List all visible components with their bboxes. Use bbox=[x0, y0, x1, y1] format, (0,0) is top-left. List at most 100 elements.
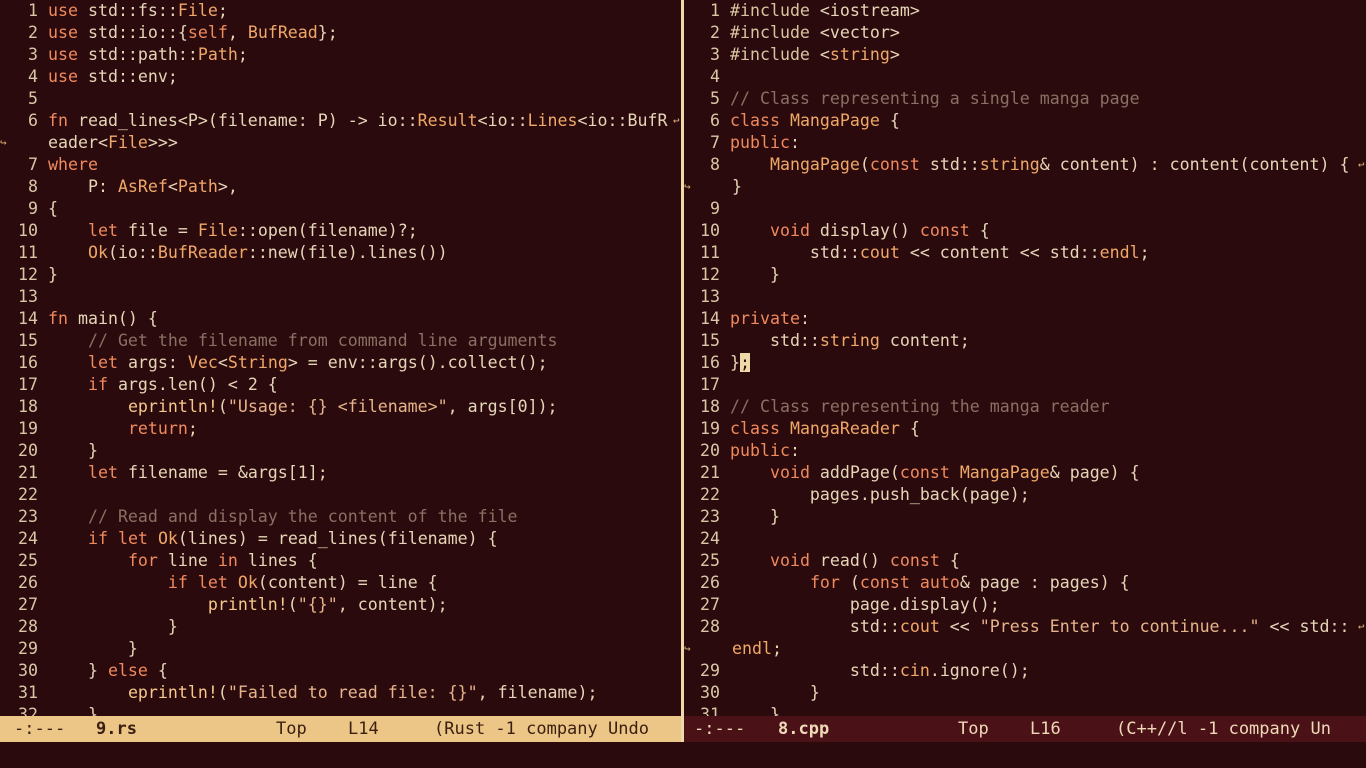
code-text: } bbox=[730, 507, 780, 526]
code-line[interactable]: 12} bbox=[0, 264, 681, 286]
buffer-name[interactable]: 8.cpp bbox=[778, 716, 829, 742]
code-line[interactable]: 29 std::cin.ignore(); bbox=[684, 660, 1366, 682]
code-line[interactable]: 21 void addPage(const MangaPage& page) { bbox=[684, 462, 1366, 484]
scroll-position: Top bbox=[276, 719, 307, 739]
line-number: 5 bbox=[28, 89, 38, 108]
code-line[interactable]: ↪} bbox=[684, 176, 1366, 198]
code-line[interactable]: 7 public: bbox=[684, 132, 1366, 154]
code-line[interactable]: 1 use std::fs::File; bbox=[0, 0, 681, 22]
code-line[interactable]: 4 use std::env; bbox=[0, 66, 681, 88]
code-line[interactable]: 2 use std::io::{self, BufRead}; bbox=[0, 22, 681, 44]
code-line[interactable]: 28 } bbox=[0, 616, 681, 638]
code-line[interactable]: 13 bbox=[0, 286, 681, 308]
code-line[interactable]: 6 class MangaPage { bbox=[684, 110, 1366, 132]
code-line[interactable]: 22 bbox=[0, 484, 681, 506]
code-text: return; bbox=[127, 419, 198, 438]
code-line[interactable]: 16}; bbox=[684, 352, 1366, 374]
line-number: 31 bbox=[700, 705, 720, 716]
code-line[interactable]: 5 bbox=[0, 88, 681, 110]
code-line[interactable]: 1 #include <iostream> bbox=[684, 0, 1366, 22]
code-line[interactable]: 6 fn read_lines<P>(filename: P) -> io::Re… bbox=[0, 110, 681, 132]
code-line[interactable]: 13 bbox=[684, 286, 1366, 308]
code-line[interactable]: 14 private: bbox=[684, 308, 1366, 330]
code-line[interactable]: 18 eprintln!("Usage: {} <filename>", arg… bbox=[0, 396, 681, 418]
code-text: where bbox=[48, 155, 98, 174]
code-line[interactable]: 19 class MangaReader { bbox=[684, 418, 1366, 440]
code-line[interactable]: 29 } bbox=[0, 638, 681, 660]
code-line[interactable]: 2 #include <vector> bbox=[684, 22, 1366, 44]
code-line[interactable]: 17 if args.len() < 2 { bbox=[0, 374, 681, 396]
major-mode-indicator[interactable]: (Rust -1 company Undo bbox=[434, 716, 649, 742]
major-mode-indicator[interactable]: (C++//l -1 company Un bbox=[1116, 716, 1331, 742]
code-line[interactable]: 19 return; bbox=[0, 418, 681, 440]
code-text: Ok(io::BufReader::new(file).lines()) bbox=[87, 243, 448, 262]
text-cursor: ; bbox=[740, 353, 750, 372]
code-text: let args: Vec<String> = env::args().coll… bbox=[87, 353, 548, 372]
code-line[interactable]: 7 where bbox=[0, 154, 681, 176]
code-line[interactable]: 25 void read() const { bbox=[684, 550, 1366, 572]
editor-pane-right[interactable]: 1 #include <iostream> 2 #include <vector> 3 #… bbox=[684, 0, 1366, 716]
code-line[interactable]: 17 bbox=[684, 374, 1366, 396]
line-number: 27 bbox=[700, 595, 720, 614]
mode-line-left[interactable]: -:--- 9.rs Top L14 (Rust -1 company Undo bbox=[0, 716, 681, 742]
code-line[interactable]: 20 } bbox=[0, 440, 681, 462]
code-line[interactable]: 11 Ok(io::BufReader::new(file).lines()) bbox=[0, 242, 681, 264]
line-number: 6 bbox=[28, 111, 38, 130]
editor-pane-left[interactable]: 1 use std::fs::File; 2 use std::io::{self, … bbox=[0, 0, 681, 716]
code-line[interactable]: 23 } bbox=[684, 506, 1366, 528]
line-number: 20 bbox=[700, 441, 720, 460]
code-line[interactable]: 32 } bbox=[0, 704, 681, 716]
line-number: 1 bbox=[28, 1, 38, 20]
code-line[interactable]: 3 #include <string> bbox=[684, 44, 1366, 66]
line-number: 3 bbox=[710, 45, 720, 64]
code-text: } bbox=[48, 617, 178, 636]
code-line[interactable]: 27 page.display(); bbox=[684, 594, 1366, 616]
code-line[interactable]: 15 std::string content; bbox=[684, 330, 1366, 352]
code-line[interactable]: 26 if let Ok(content) = line { bbox=[0, 572, 681, 594]
code-line[interactable]: 9 bbox=[684, 198, 1366, 220]
echo-area[interactable] bbox=[0, 742, 1366, 768]
code-line[interactable]: 3 use std::path::Path; bbox=[0, 44, 681, 66]
code-line[interactable]: 21 let filename = &args[1]; bbox=[0, 462, 681, 484]
code-line[interactable]: 18 // Class representing the manga reader bbox=[684, 396, 1366, 418]
code-text: private: bbox=[730, 309, 810, 328]
code-line[interactable]: ↪ endl; bbox=[684, 638, 1366, 660]
code-line[interactable]: 26 for (const auto& page : pages) { bbox=[684, 572, 1366, 594]
code-line[interactable]: 30 } else { bbox=[0, 660, 681, 682]
line-number: 17 bbox=[18, 375, 38, 394]
code-line[interactable]: 14 fn main() { bbox=[0, 308, 681, 330]
code-line[interactable]: 11 std::cout << content << std::endl; bbox=[684, 242, 1366, 264]
code-line[interactable]: 8 MangaPage(const std::string& content) … bbox=[684, 154, 1366, 176]
code-line[interactable]: 20 public: bbox=[684, 440, 1366, 462]
code-line[interactable]: 31 } bbox=[684, 704, 1366, 716]
code-line[interactable]: 12 } bbox=[684, 264, 1366, 286]
code-line[interactable]: 4 bbox=[684, 66, 1366, 88]
code-line[interactable]: 5 // Class representing a single manga pa… bbox=[684, 88, 1366, 110]
line-number-indicator: L16 bbox=[1030, 719, 1061, 739]
code-line[interactable]: 16 let args: Vec<String> = env::args().c… bbox=[0, 352, 681, 374]
code-line[interactable]: 24 bbox=[684, 528, 1366, 550]
code-line[interactable]: 8 P: AsRef<Path>, bbox=[0, 176, 681, 198]
code-line[interactable]: ↪ eader<File>>> bbox=[0, 132, 681, 154]
code-line[interactable]: 10 let file = File::open(filename)?; bbox=[0, 220, 681, 242]
code-line[interactable]: 9{ bbox=[0, 198, 681, 220]
mode-line-right[interactable]: -:--- 8.cpp Top L16 (C++//l -1 company U… bbox=[684, 716, 1366, 742]
line-number-indicator: L14 bbox=[348, 719, 379, 739]
code-line[interactable]: 27 println!("{}", content); bbox=[0, 594, 681, 616]
code-text: } bbox=[48, 639, 138, 658]
code-line[interactable]: 24 if let Ok(lines) = read_lines(filenam… bbox=[0, 528, 681, 550]
code-text: std::cout << content << std::endl; bbox=[730, 243, 1150, 262]
line-number: 9 bbox=[28, 199, 38, 218]
buffer-name[interactable]: 9.rs bbox=[96, 716, 137, 742]
code-line[interactable]: 31 eprintln!("Failed to read file: {}", … bbox=[0, 682, 681, 704]
code-line[interactable]: 23 // Read and display the content of th… bbox=[0, 506, 681, 528]
line-number: 18 bbox=[18, 397, 38, 416]
code-line[interactable]: 30 } bbox=[684, 682, 1366, 704]
code-line[interactable]: 25 for line in lines { bbox=[0, 550, 681, 572]
code-line[interactable]: 28 std::cout << "Press Enter to continue… bbox=[684, 616, 1366, 638]
code-line[interactable]: 15 // Get the filename from command line… bbox=[0, 330, 681, 352]
code-text: // Class representing a single manga pag… bbox=[730, 89, 1140, 108]
code-line[interactable]: 10 void display() const { bbox=[684, 220, 1366, 242]
code-text: fn read_lines<P>(filename: P) -> io::Res… bbox=[48, 111, 668, 130]
code-line[interactable]: 22 pages.push_back(page); bbox=[684, 484, 1366, 506]
